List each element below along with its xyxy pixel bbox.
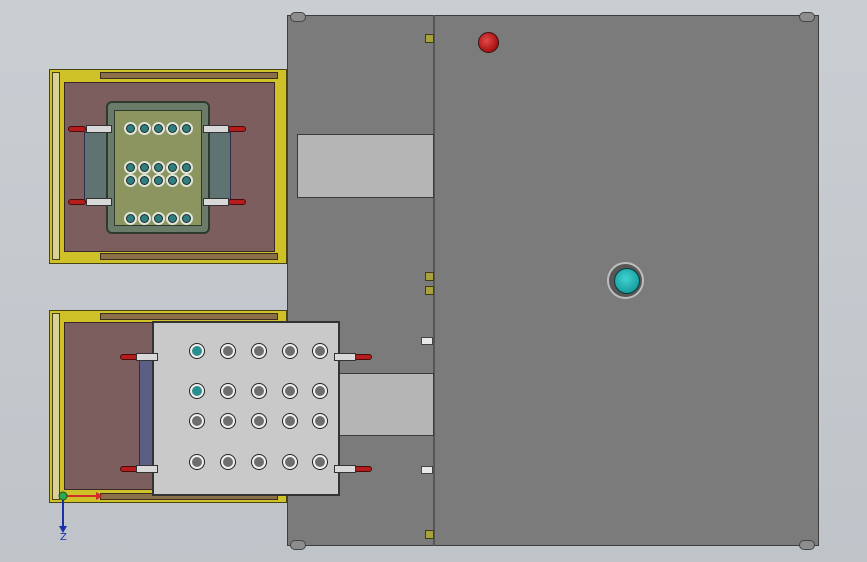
upper-rail-bottom: [100, 253, 278, 260]
probe-hole-icon: [313, 414, 327, 428]
probe-hole-icon: [252, 344, 266, 358]
sensor-icon: [421, 337, 433, 345]
clamp-handle-icon[interactable]: [228, 199, 246, 205]
machine-foot: [290, 540, 306, 550]
mount-tab: [425, 286, 434, 295]
upper-side-block: [207, 132, 231, 202]
lower-rail-top: [100, 313, 278, 320]
test-socket-icon: [152, 212, 165, 225]
machine-foot: [799, 540, 815, 550]
x-axis-arrowhead-icon: [96, 492, 103, 500]
test-socket-icon: [166, 161, 179, 174]
machine-foot: [799, 12, 815, 22]
probe-hole-icon: [221, 414, 235, 428]
test-socket-icon: [152, 174, 165, 187]
toggle-clamp-icon: [203, 198, 229, 206]
upper-slide-slot: [297, 134, 434, 198]
toggle-clamp-icon: [86, 198, 112, 206]
probe-hole-icon: [313, 455, 327, 469]
probe-hole-icon: [190, 384, 204, 398]
start-button[interactable]: [614, 268, 640, 294]
test-socket-icon: [138, 122, 151, 135]
probe-hole-icon: [221, 455, 235, 469]
probe-hole-icon: [221, 384, 235, 398]
test-socket-icon: [124, 161, 137, 174]
probe-hole-icon: [252, 384, 266, 398]
test-socket-icon: [152, 122, 165, 135]
test-socket-icon: [138, 161, 151, 174]
clamp-handle-icon[interactable]: [68, 199, 86, 205]
toggle-clamp-icon: [86, 125, 112, 133]
probe-hole-icon: [283, 455, 297, 469]
probe-hole-icon: [313, 344, 327, 358]
clamp-handle-icon[interactable]: [354, 466, 372, 472]
test-socket-icon: [152, 161, 165, 174]
machine-foot: [290, 12, 306, 22]
test-socket-icon: [180, 212, 193, 225]
toggle-clamp-icon: [136, 465, 158, 473]
test-socket-icon: [166, 122, 179, 135]
toggle-clamp-icon: [334, 465, 356, 473]
probe-hole-icon: [190, 455, 204, 469]
clamp-handle-icon[interactable]: [68, 126, 86, 132]
probe-hole-icon: [313, 384, 327, 398]
probe-hole-icon: [283, 384, 297, 398]
test-socket-icon: [138, 174, 151, 187]
clamp-handle-icon[interactable]: [228, 126, 246, 132]
test-socket-icon: [180, 174, 193, 187]
axis-origin-icon: [58, 491, 68, 501]
upper-side-rod: [52, 72, 60, 260]
emergency-stop-button[interactable]: [478, 32, 499, 53]
axis-triad: [58, 491, 103, 533]
toggle-clamp-icon: [136, 353, 158, 361]
probe-hole-icon: [283, 414, 297, 428]
lower-cover-plate: [152, 321, 340, 496]
toggle-clamp-icon: [334, 353, 356, 361]
sensor-icon: [421, 466, 433, 474]
test-socket-icon: [124, 122, 137, 135]
test-socket-icon: [180, 122, 193, 135]
upper-rail-top: [100, 72, 278, 79]
test-socket-icon: [180, 161, 193, 174]
toggle-clamp-icon: [203, 125, 229, 133]
test-socket-icon: [124, 174, 137, 187]
mount-tab: [425, 272, 434, 281]
clamp-handle-icon[interactable]: [354, 354, 372, 360]
lower-slide-slot: [338, 373, 434, 436]
probe-hole-icon: [252, 414, 266, 428]
mount-tab: [425, 530, 434, 539]
probe-hole-icon: [190, 414, 204, 428]
probe-hole-icon: [252, 455, 266, 469]
probe-hole-icon: [283, 344, 297, 358]
probe-hole-icon: [190, 344, 204, 358]
lower-side-rod: [52, 313, 60, 500]
test-socket-icon: [166, 212, 179, 225]
mount-tab: [425, 34, 434, 43]
probe-hole-icon: [221, 344, 235, 358]
test-socket-icon: [166, 174, 179, 187]
test-socket-icon: [138, 212, 151, 225]
upper-side-block: [84, 132, 108, 202]
test-socket-icon: [124, 212, 137, 225]
z-axis-label: Z: [60, 532, 67, 543]
